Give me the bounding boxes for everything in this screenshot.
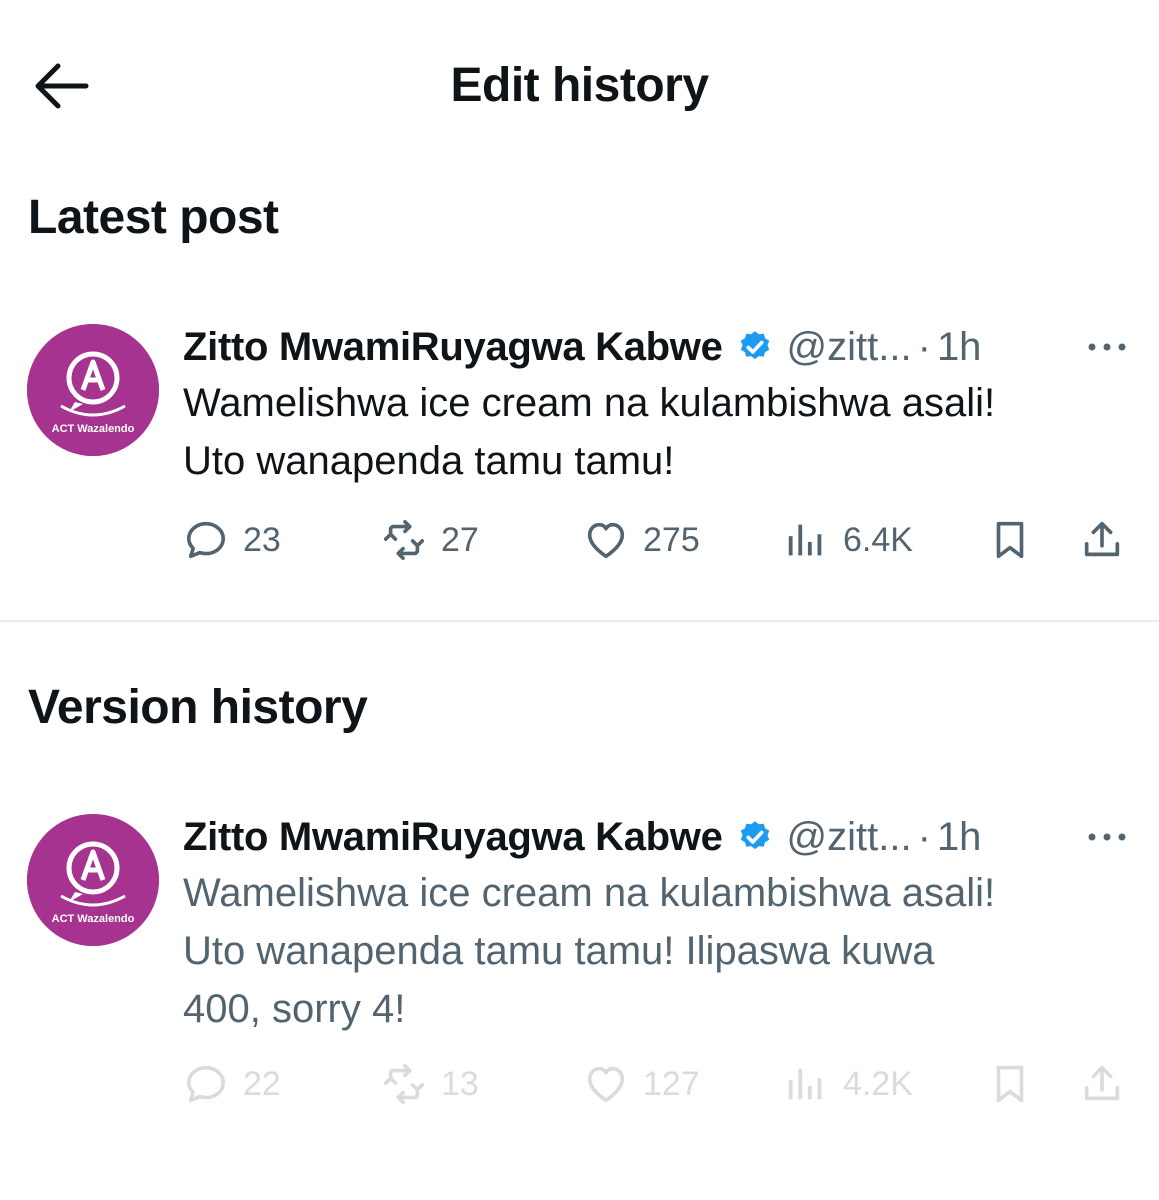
like-count: 275 [643, 520, 700, 559]
reply-count: 23 [243, 520, 281, 559]
avatar[interactable]: ACT Wazalendo [27, 814, 159, 946]
views-button[interactable]: 4.2K [783, 1058, 913, 1110]
post-text: Wamelishwa ice cream na kulambishwa asal… [183, 374, 1123, 490]
analytics-icon [788, 524, 822, 556]
post-text-line: 400, sorry 4! [183, 987, 406, 1031]
repost-count: 13 [441, 1064, 479, 1103]
bookmark-button[interactable] [987, 1058, 1033, 1110]
post-text: Wamelishwa ice cream na kulambishwa asal… [183, 864, 1123, 1038]
heart-icon [587, 522, 625, 559]
view-count: 6.4K [843, 520, 913, 559]
author-handle[interactable]: @zitt... [787, 325, 912, 370]
bookmark-button[interactable] [987, 514, 1033, 566]
post-header: Zitto MwamiRuyagwa Kabwe @zitt... · 1h [183, 322, 981, 372]
bookmark-icon [996, 1065, 1024, 1103]
section-divider [0, 620, 1159, 622]
post-text-line: Wamelishwa ice cream na kulambishwa asal… [183, 381, 996, 425]
edit-history-page: Edit history Latest post ACT Wazalendo Z… [0, 0, 1159, 1200]
more-horizontal-icon [1088, 343, 1126, 351]
views-button[interactable]: 6.4K [783, 514, 913, 566]
avatar[interactable]: ACT Wazalendo [27, 324, 159, 456]
author-name[interactable]: Zitto MwamiRuyagwa Kabwe [183, 325, 723, 370]
post-timestamp[interactable]: 1h [937, 815, 982, 860]
view-count: 4.2K [843, 1064, 913, 1103]
more-horizontal-icon [1088, 833, 1126, 841]
repost-button[interactable]: 27 [381, 514, 479, 566]
reply-icon [186, 1065, 226, 1103]
separator-dot: · [917, 814, 931, 859]
share-icon [1084, 521, 1120, 557]
reply-count: 22 [243, 1064, 281, 1103]
repost-count: 27 [441, 520, 479, 559]
post-text-line: Uto wanapenda tamu tamu! Ilipaswa kuwa [183, 929, 935, 973]
version-history-heading: Version history [28, 681, 368, 734]
more-options-button[interactable] [1085, 826, 1129, 848]
heart-icon [587, 1066, 625, 1103]
repost-button[interactable]: 13 [381, 1058, 479, 1110]
svg-text:ACT Wazalendo: ACT Wazalendo [52, 423, 135, 435]
author-name[interactable]: Zitto MwamiRuyagwa Kabwe [183, 815, 723, 860]
act-wazalendo-logo-icon: ACT Wazalendo [27, 814, 159, 946]
post-actions: 23 27 275 6.4K [183, 514, 1133, 566]
post-text-line: Wamelishwa ice cream na kulambishwa asal… [183, 871, 996, 915]
svg-text:ACT Wazalendo: ACT Wazalendo [52, 913, 135, 925]
share-button[interactable] [1079, 1058, 1125, 1110]
reply-icon [186, 521, 226, 559]
repost-icon [383, 1063, 425, 1105]
share-icon [1084, 1065, 1120, 1101]
repost-icon [383, 519, 425, 561]
post-header: Zitto MwamiRuyagwa Kabwe @zitt... · 1h [183, 812, 981, 862]
share-button[interactable] [1079, 514, 1125, 566]
post-actions: 22 13 127 4.2K [183, 1058, 1133, 1110]
page-title: Edit history [450, 59, 709, 112]
post-timestamp[interactable]: 1h [937, 325, 982, 370]
verified-badge-icon [740, 821, 769, 850]
post-latest[interactable]: ACT Wazalendo Zitto MwamiRuyagwa Kabwe @… [0, 322, 1159, 572]
separator-dot: · [917, 324, 931, 369]
analytics-icon [788, 1068, 822, 1100]
like-count: 127 [643, 1064, 700, 1103]
author-handle[interactable]: @zitt... [787, 815, 912, 860]
more-options-button[interactable] [1085, 336, 1129, 358]
bookmark-icon [996, 521, 1024, 559]
reply-button[interactable]: 23 [183, 514, 281, 566]
like-button[interactable]: 127 [583, 1058, 700, 1110]
reply-button[interactable]: 22 [183, 1058, 281, 1110]
top-bar: Edit history [0, 0, 1159, 170]
post-text-line: Uto wanapenda tamu tamu! [183, 439, 675, 483]
verified-badge-icon [740, 331, 769, 360]
latest-post-heading: Latest post [28, 191, 279, 244]
post-previous-version[interactable]: ACT Wazalendo Zitto MwamiRuyagwa Kabwe @… [0, 812, 1159, 1112]
act-wazalendo-logo-icon: ACT Wazalendo [27, 324, 159, 456]
like-button[interactable]: 275 [583, 514, 700, 566]
